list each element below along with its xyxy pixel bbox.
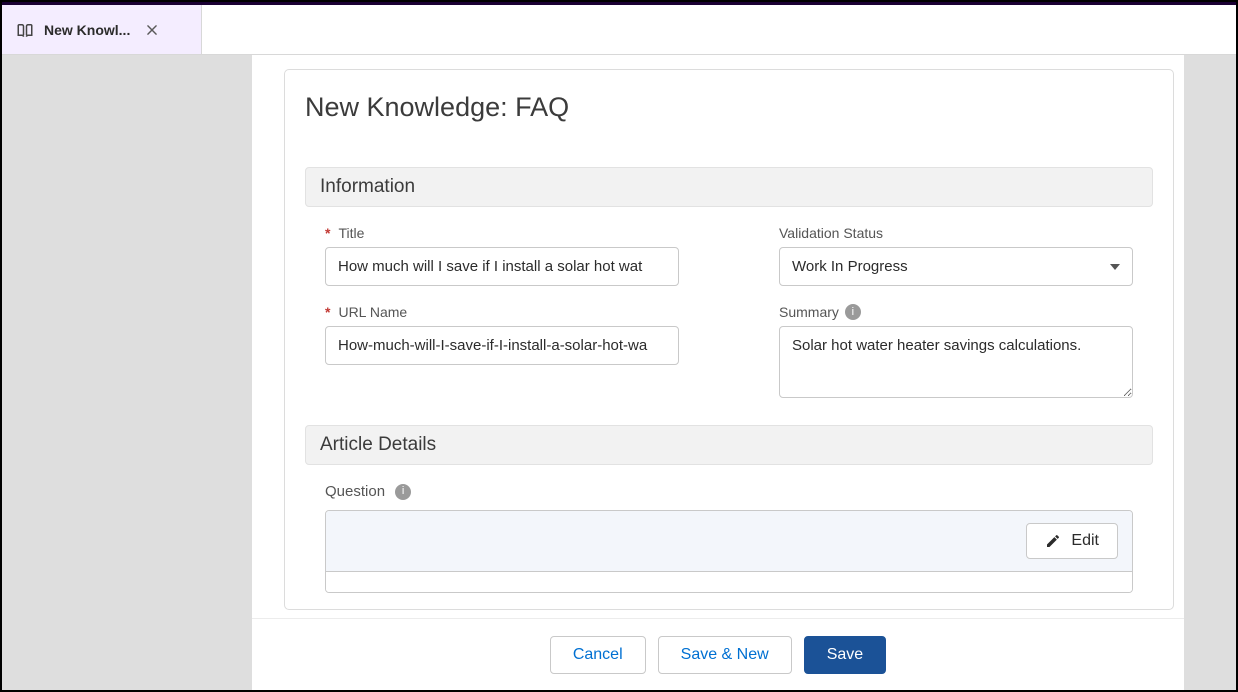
question-editor: Edit bbox=[325, 510, 1133, 593]
field-summary: Summary i Solar hot water heater savings… bbox=[779, 304, 1133, 403]
info-icon: i bbox=[395, 484, 411, 500]
field-title: Title bbox=[325, 225, 679, 286]
book-icon bbox=[16, 21, 34, 39]
close-icon[interactable] bbox=[140, 18, 164, 42]
section-information: Information bbox=[305, 167, 1153, 207]
url-name-input[interactable] bbox=[325, 326, 679, 365]
save-button[interactable]: Save bbox=[804, 636, 886, 674]
title-label: Title bbox=[325, 225, 679, 241]
section-article-details: Article Details bbox=[305, 425, 1153, 465]
validation-status-value: Work In Progress bbox=[792, 258, 908, 275]
page-title: New Knowledge: FAQ bbox=[305, 92, 1173, 123]
tab-label: New Knowl... bbox=[44, 22, 130, 38]
question-label: Question i bbox=[325, 483, 1133, 500]
url-name-label: URL Name bbox=[325, 304, 679, 320]
summary-textarea[interactable]: Solar hot water heater savings calculati… bbox=[779, 326, 1133, 398]
action-bar: Cancel Save & New Save bbox=[252, 618, 1184, 690]
summary-label: Summary i bbox=[779, 304, 1133, 320]
pencil-icon bbox=[1045, 533, 1061, 549]
tab-new-knowledge[interactable]: New Knowl... bbox=[2, 5, 202, 54]
chevron-down-icon bbox=[1110, 264, 1120, 270]
cancel-button[interactable]: Cancel bbox=[550, 636, 646, 674]
summary-label-text: Summary bbox=[779, 304, 839, 320]
validation-status-select[interactable]: Work In Progress bbox=[779, 247, 1133, 286]
field-validation-status: Validation Status Work In Progress bbox=[779, 225, 1133, 286]
work-area: New Knowledge: FAQ Information Title URL… bbox=[252, 55, 1184, 690]
info-icon: i bbox=[845, 304, 861, 320]
form-panel: New Knowledge: FAQ Information Title URL… bbox=[284, 69, 1174, 610]
save-and-new-button[interactable]: Save & New bbox=[658, 636, 792, 674]
validation-status-label: Validation Status bbox=[779, 225, 1133, 241]
edit-button-label: Edit bbox=[1071, 532, 1099, 550]
edit-button[interactable]: Edit bbox=[1026, 523, 1118, 559]
question-toolbar: Edit bbox=[326, 511, 1132, 572]
title-input[interactable] bbox=[325, 247, 679, 286]
question-body[interactable] bbox=[326, 572, 1132, 592]
field-url-name: URL Name bbox=[325, 304, 679, 365]
tab-bar: New Knowl... bbox=[2, 5, 1236, 55]
question-label-text: Question bbox=[325, 483, 385, 500]
